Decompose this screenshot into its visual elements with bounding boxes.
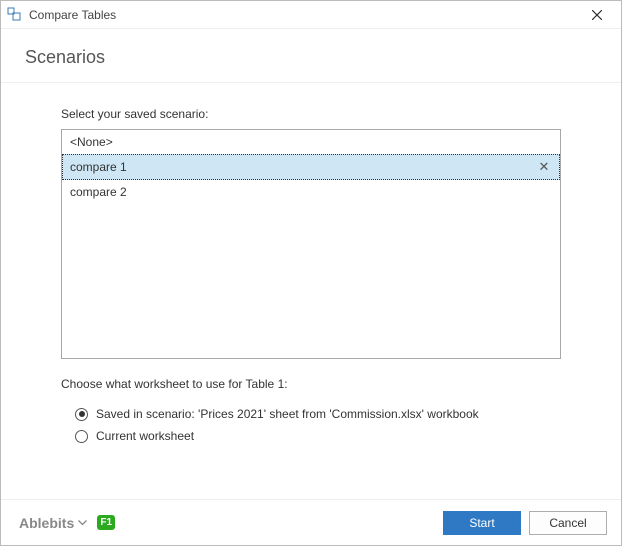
header: Scenarios: [1, 29, 621, 83]
scenario-item-label: <None>: [70, 135, 113, 149]
worksheet-radios: Saved in scenario: 'Prices 2021' sheet f…: [61, 399, 561, 443]
scenario-item-none[interactable]: <None> ✕: [62, 130, 560, 154]
worksheet-label: Choose what worksheet to use for Table 1…: [61, 377, 561, 391]
scenario-item-label: compare 1: [70, 160, 127, 174]
brand-menu[interactable]: Ablebits: [19, 515, 87, 531]
delete-scenario-icon[interactable]: ✕: [536, 159, 552, 175]
radio-label: Saved in scenario: 'Prices 2021' sheet f…: [96, 407, 479, 421]
footer: Ablebits F1 Start Cancel: [1, 499, 621, 545]
content: Select your saved scenario: <None> ✕ com…: [1, 83, 621, 499]
brand-label: Ablebits: [19, 515, 74, 531]
radio-current-worksheet[interactable]: Current worksheet: [75, 429, 561, 443]
scenario-listbox[interactable]: <None> ✕ compare 1 ✕ compare 2 ✕: [61, 129, 561, 359]
app-icon: [7, 7, 23, 23]
window-title: Compare Tables: [29, 8, 579, 22]
scenario-item-compare-1[interactable]: compare 1 ✕: [62, 154, 560, 180]
close-button[interactable]: [579, 1, 615, 29]
help-button[interactable]: F1: [97, 515, 115, 530]
scenario-item-compare-2[interactable]: compare 2 ✕: [62, 180, 560, 204]
page-title: Scenarios: [25, 47, 597, 68]
cancel-button[interactable]: Cancel: [529, 511, 607, 535]
radio-icon: [75, 408, 88, 421]
radio-icon: [75, 430, 88, 443]
chevron-down-icon: [78, 520, 87, 526]
radio-label: Current worksheet: [96, 429, 194, 443]
scenario-item-label: compare 2: [70, 185, 127, 199]
titlebar: Compare Tables: [1, 1, 621, 29]
radio-saved-scenario[interactable]: Saved in scenario: 'Prices 2021' sheet f…: [75, 407, 561, 421]
scenario-label: Select your saved scenario:: [61, 107, 561, 121]
start-button[interactable]: Start: [443, 511, 521, 535]
worksheet-section: Choose what worksheet to use for Table 1…: [61, 377, 561, 443]
